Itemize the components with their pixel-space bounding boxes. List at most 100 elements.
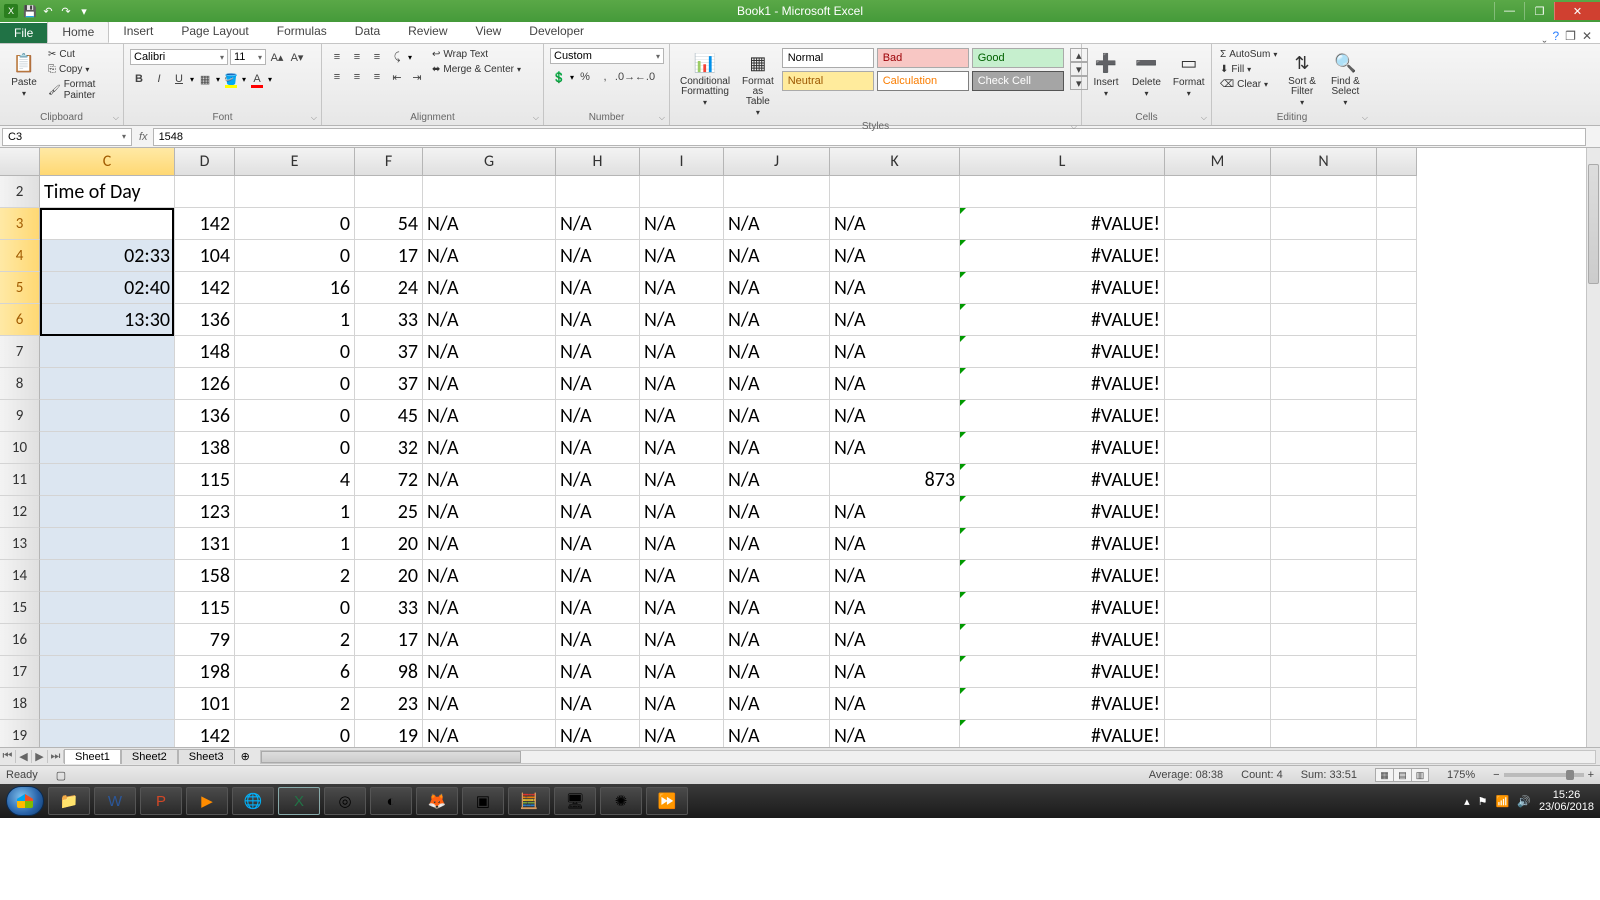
column-header-N[interactable]: N xyxy=(1271,148,1377,176)
cell[interactable]: 23 xyxy=(355,688,423,720)
cell[interactable]: N/A xyxy=(640,464,724,496)
horizontal-scroll-thumb[interactable] xyxy=(261,751,521,763)
cell[interactable] xyxy=(40,496,175,528)
qat-customize-icon[interactable]: ▾ xyxy=(76,3,92,19)
cell[interactable] xyxy=(830,176,960,208)
row-header-6[interactable]: 6 xyxy=(0,304,40,336)
cell[interactable]: N/A xyxy=(556,368,640,400)
cell[interactable]: 0 xyxy=(235,240,355,272)
cell[interactable] xyxy=(1271,720,1377,747)
cell[interactable]: 131 xyxy=(175,528,235,560)
cell[interactable] xyxy=(1271,400,1377,432)
cell[interactable] xyxy=(1271,528,1377,560)
tab-review[interactable]: Review xyxy=(394,21,461,43)
cell[interactable] xyxy=(1377,688,1417,720)
cell[interactable]: N/A xyxy=(830,592,960,624)
cell[interactable]: 16 xyxy=(235,272,355,304)
cell[interactable]: 1 xyxy=(235,528,355,560)
cell[interactable] xyxy=(1377,368,1417,400)
cell[interactable]: N/A xyxy=(556,400,640,432)
cell[interactable] xyxy=(1165,528,1271,560)
cell[interactable]: #VALUE! xyxy=(960,304,1165,336)
sheet-tab-sheet1[interactable]: Sheet1 xyxy=(64,749,121,764)
cell[interactable]: N/A xyxy=(724,400,830,432)
cell[interactable] xyxy=(1165,400,1271,432)
align-bottom-icon[interactable]: ≡ xyxy=(368,48,386,66)
sheet-tab-sheet3[interactable]: Sheet3 xyxy=(178,749,235,764)
cell[interactable]: 4 xyxy=(235,464,355,496)
column-header-extra[interactable] xyxy=(1377,148,1417,176)
cell[interactable] xyxy=(1271,624,1377,656)
insert-cells-button[interactable]: ➕Insert▾ xyxy=(1088,48,1124,100)
maximize-button[interactable]: ❐ xyxy=(1524,2,1554,20)
cell[interactable]: N/A xyxy=(423,592,556,624)
vertical-scroll-thumb[interactable] xyxy=(1588,164,1599,284)
bold-button[interactable]: B xyxy=(130,70,148,88)
cell[interactable] xyxy=(1377,176,1417,208)
taskbar-app6-icon[interactable]: ⏩ xyxy=(646,787,688,815)
cell[interactable] xyxy=(355,176,423,208)
row-header-4[interactable]: 4 xyxy=(0,240,40,272)
sheet-tab-sheet2[interactable]: Sheet2 xyxy=(121,749,178,764)
cell[interactable]: 142 xyxy=(175,272,235,304)
cell[interactable] xyxy=(40,528,175,560)
macro-record-icon[interactable]: ▢ xyxy=(56,769,66,782)
cell[interactable]: 1 xyxy=(235,496,355,528)
clear-button[interactable]: ⌫Clear▾ xyxy=(1218,78,1279,91)
cell[interactable]: N/A xyxy=(724,304,830,336)
new-sheet-icon[interactable]: ⊕ xyxy=(235,750,256,763)
cell[interactable]: N/A xyxy=(556,592,640,624)
cell[interactable]: 158 xyxy=(175,560,235,592)
view-page-break-icon[interactable]: ▥ xyxy=(1411,768,1429,782)
cell[interactable]: N/A xyxy=(640,656,724,688)
row-header-19[interactable]: 19 xyxy=(0,720,40,747)
cell[interactable]: N/A xyxy=(724,688,830,720)
cell[interactable]: 123 xyxy=(175,496,235,528)
cell[interactable]: N/A xyxy=(830,720,960,747)
cell[interactable]: 126 xyxy=(175,368,235,400)
cell[interactable]: #VALUE! xyxy=(960,688,1165,720)
cell[interactable]: N/A xyxy=(724,272,830,304)
column-header-I[interactable]: I xyxy=(640,148,724,176)
cell[interactable]: 79 xyxy=(175,624,235,656)
cell[interactable]: N/A xyxy=(640,432,724,464)
cell[interactable] xyxy=(40,720,175,747)
cell[interactable]: N/A xyxy=(640,592,724,624)
cell[interactable] xyxy=(423,176,556,208)
taskbar-app3-icon[interactable]: ▣ xyxy=(462,787,504,815)
cell[interactable] xyxy=(40,656,175,688)
cell[interactable]: N/A xyxy=(556,304,640,336)
cell[interactable]: N/A xyxy=(423,272,556,304)
fill-color-button[interactable]: 🪣 xyxy=(222,70,240,88)
cell[interactable]: 17 xyxy=(355,240,423,272)
cell[interactable]: N/A xyxy=(830,432,960,464)
cell[interactable]: 2 xyxy=(235,560,355,592)
cell[interactable]: N/A xyxy=(556,496,640,528)
row-header-7[interactable]: 7 xyxy=(0,336,40,368)
cell[interactable]: N/A xyxy=(556,272,640,304)
increase-font-icon[interactable]: A▴ xyxy=(268,48,286,66)
cell[interactable]: N/A xyxy=(830,368,960,400)
cell[interactable] xyxy=(175,176,235,208)
number-format-select[interactable]: Custom xyxy=(550,48,664,64)
cell[interactable]: Time of Day xyxy=(40,176,175,208)
taskbar-chrome-icon[interactable]: 🌐 xyxy=(232,787,274,815)
zoom-out-icon[interactable]: − xyxy=(1493,769,1499,781)
tab-home[interactable]: Home xyxy=(47,21,109,43)
select-all-corner[interactable] xyxy=(0,148,40,176)
cell[interactable]: N/A xyxy=(724,368,830,400)
cell[interactable]: N/A xyxy=(640,240,724,272)
tray-clock[interactable]: 15:26 23/06/2018 xyxy=(1539,789,1594,813)
cell[interactable]: 02:33 xyxy=(40,240,175,272)
cell[interactable]: N/A xyxy=(423,528,556,560)
cell[interactable]: 101 xyxy=(175,688,235,720)
sheet-nav-3[interactable]: ⏭ xyxy=(48,750,64,763)
cell[interactable]: 138 xyxy=(175,432,235,464)
cell[interactable]: 0 xyxy=(235,720,355,747)
cell[interactable] xyxy=(1271,560,1377,592)
cell[interactable] xyxy=(1165,464,1271,496)
row-header-2[interactable]: 2 xyxy=(0,176,40,208)
cell[interactable]: N/A xyxy=(640,368,724,400)
cell[interactable]: N/A xyxy=(640,560,724,592)
name-box[interactable]: C3 xyxy=(2,128,132,146)
